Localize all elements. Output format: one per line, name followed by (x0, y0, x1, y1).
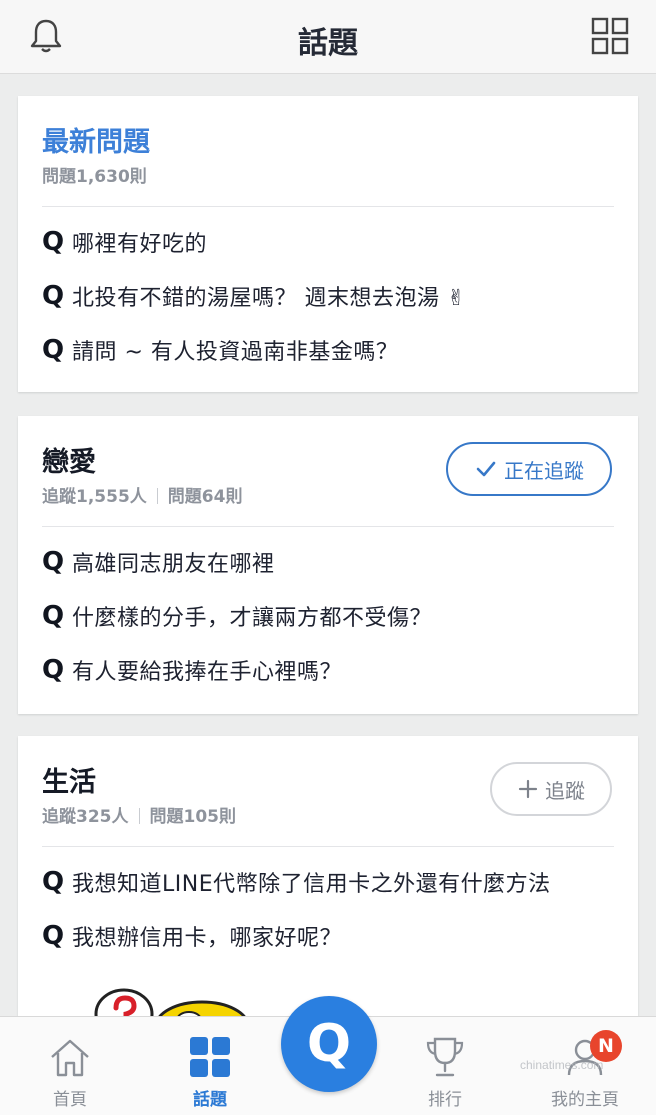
q-icon: Q (42, 547, 65, 577)
meta-separator (156, 488, 158, 504)
latest-questions-card[interactable]: 最新問題 問題1,630則 Q 哪裡有好吃的 Q 北投有不錯的湯屋嗎？ 週末想去泡湯… (18, 96, 638, 392)
app-header: 話題 (0, 0, 656, 74)
q-icon: Q (42, 227, 65, 257)
divider (42, 526, 614, 527)
home-icon (51, 1039, 89, 1077)
tab-topics-label: 話題 (193, 1090, 227, 1110)
question-count: 問題64則 (167, 487, 243, 507)
question-item[interactable]: Q 我想辦信用卡，哪家好呢？ (42, 920, 342, 954)
checkmark-icon (476, 461, 496, 477)
divider (42, 206, 614, 207)
love-topic-card[interactable]: 戀愛 追蹤1,555人 問題64則 正在追蹤 Q 高雄同志朋友在哪裡 Q 什麼樣的分手… (18, 416, 638, 714)
topics-grid-icon (190, 1037, 230, 1077)
watermark: chinatimes.com (520, 1058, 604, 1072)
ask-question-button[interactable]: Q (281, 996, 377, 1092)
q-icon: Q (42, 921, 65, 951)
divider (42, 846, 614, 847)
question-text: 高雄同志朋友在哪裡 (72, 552, 275, 577)
question-item[interactable]: Q 什麼樣的分手，才讓兩方都不受傷？ (42, 600, 432, 634)
question-text: 哪裡有好吃的 (72, 232, 208, 257)
question-item[interactable]: Q 有人要給我捧在手心裡嗎？ (42, 654, 342, 688)
question-text: 我想辦信用卡，哪家好呢？ (72, 926, 343, 951)
card-meta: 問題1,630則 (42, 162, 147, 187)
q-icon: Q (42, 281, 65, 311)
plus-icon (518, 779, 538, 799)
card-title[interactable]: 最新問題 (42, 120, 150, 159)
q-icon: Q (42, 601, 65, 631)
follower-count: 追蹤325人 (42, 807, 129, 827)
meta-separator (138, 808, 140, 824)
tab-my-page-label: 我的主頁 (551, 1090, 619, 1110)
card-meta: 追蹤1,555人 問題64則 (42, 482, 242, 507)
following-button[interactable]: 正在追蹤 (446, 442, 612, 496)
question-text: 我想知道LINE代幣除了信用卡之外還有什麼方法 (72, 872, 551, 897)
q-icon: Q (42, 867, 65, 897)
question-item[interactable]: Q 請問 ~ 有人投資過南非基金嗎？ (42, 334, 398, 368)
trophy-icon (426, 1037, 464, 1077)
tab-ranking[interactable]: 排行 (390, 1017, 500, 1115)
question-item[interactable]: Q 我想知道LINE代幣除了信用卡之外還有什麼方法 (42, 866, 551, 900)
question-text: 北投有不錯的湯屋嗎？ 週末想去泡湯 ✌ (72, 286, 466, 311)
question-count: 問題105則 (149, 807, 237, 827)
follow-label: 追蹤 (545, 778, 585, 803)
card-title[interactable]: 戀愛 (42, 440, 96, 479)
q-icon: Q (42, 335, 65, 365)
tab-home-label: 首頁 (53, 1090, 87, 1110)
follow-label: 正在追蹤 (504, 458, 584, 483)
grid-menu-icon[interactable] (590, 16, 630, 56)
tab-home[interactable]: 首頁 (15, 1017, 125, 1115)
page-title: 話題 (298, 26, 358, 61)
question-text: 有人要給我捧在手心裡嗎？ (72, 660, 343, 685)
card-title[interactable]: 生活 (42, 760, 96, 799)
question-item[interactable]: Q 北投有不錯的湯屋嗎？ 週末想去泡湯 ✌ (42, 280, 466, 314)
question-text: 什麼樣的分手，才讓兩方都不受傷？ (72, 606, 433, 631)
question-item[interactable]: Q 哪裡有好吃的 (42, 226, 207, 260)
card-meta: 追蹤325人 問題105則 (42, 802, 236, 827)
follower-count: 追蹤1,555人 (42, 487, 147, 507)
tab-ranking-label: 排行 (428, 1090, 462, 1110)
q-icon: Q (42, 655, 65, 685)
tab-topics[interactable]: 話題 (155, 1017, 265, 1115)
question-item[interactable]: Q 高雄同志朋友在哪裡 (42, 546, 275, 580)
follow-button[interactable]: 追蹤 (490, 762, 612, 816)
question-count: 問題1,630則 (42, 167, 147, 187)
question-text: 請問 ~ 有人投資過南非基金嗎？ (72, 340, 399, 365)
